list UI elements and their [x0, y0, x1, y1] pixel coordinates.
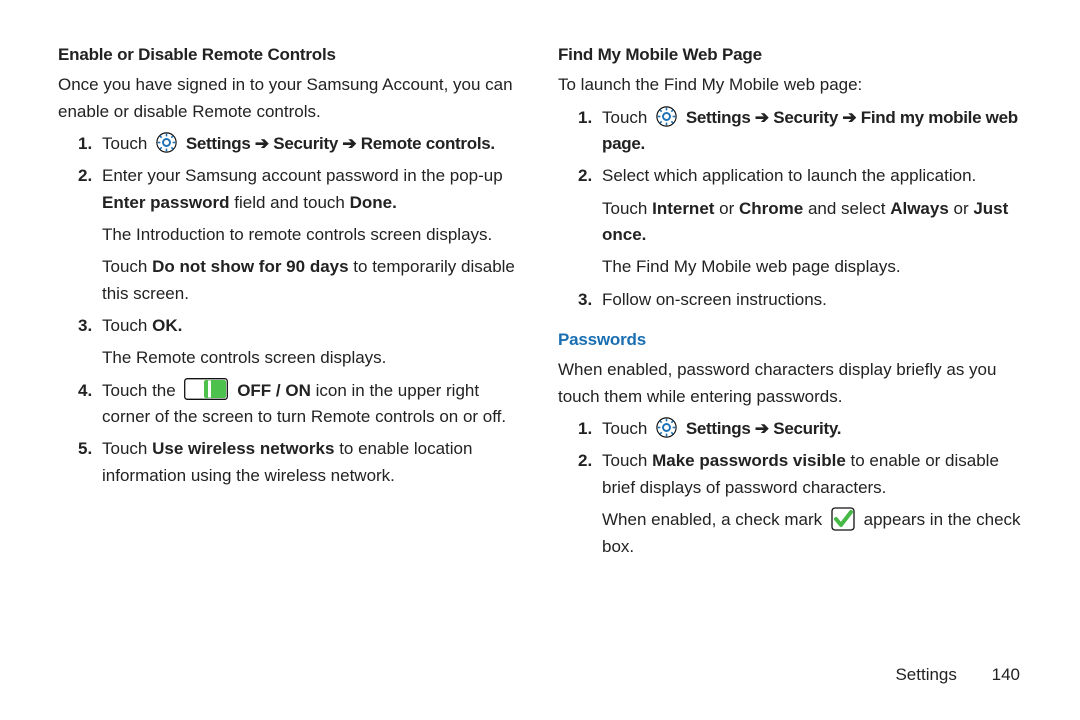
step3-b: OK.: [152, 316, 182, 335]
right-column: Find My Mobile Web Page To launch the Fi…: [558, 42, 1026, 680]
pw2-a: Touch: [602, 451, 652, 470]
step4-b: OFF / ON: [237, 381, 311, 400]
fmm-step2: Select which application to launch the a…: [578, 163, 1026, 280]
fmm2-sb: Internet: [652, 199, 714, 218]
fmm2-sub2: The Find My Mobile web page displays.: [602, 254, 1026, 280]
pw2-sa: When enabled, a check mark: [602, 510, 827, 529]
heading-passwords: Passwords: [558, 327, 1026, 353]
fmm1-a: Touch: [602, 108, 652, 127]
fmm2-a: Select which application to launch the a…: [602, 166, 976, 185]
step2-sub2-a: Touch: [102, 257, 152, 276]
step3-a: Touch: [102, 316, 152, 335]
pw1-b: Settings ➔ Security.: [686, 419, 841, 438]
settings-gear-icon: [656, 417, 677, 438]
pw1-a: Touch: [602, 419, 652, 438]
fmm-step3: Follow on-screen instructions.: [578, 287, 1026, 313]
step5-b: Use wireless networks: [152, 439, 334, 458]
step3: Touch OK. The Remote controls screen dis…: [78, 313, 526, 372]
off-on-toggle-icon: [184, 378, 228, 400]
heading-find-my-mobile: Find My Mobile Web Page: [558, 42, 1026, 68]
fmm2-sub: Touch Internet or Chrome and select Alwa…: [602, 196, 1026, 249]
left-column: Enable or Disable Remote Controls Once y…: [58, 42, 526, 680]
fmm2-sa: Touch: [602, 199, 652, 218]
pw-step1: Touch Settings ➔ Security.: [578, 416, 1026, 442]
footer-page-number: 140: [992, 665, 1020, 684]
step4: Touch the OFF / ON icon in the upper rig…: [78, 378, 526, 431]
heading-remote-controls: Enable or Disable Remote Controls: [58, 42, 526, 68]
page-footer: Settings 140: [895, 662, 1020, 688]
intro-find-my-mobile: To launch the Find My Mobile web page:: [558, 72, 1026, 98]
settings-gear-icon: [156, 132, 177, 153]
fmm2-sg: or: [949, 199, 974, 218]
fmm2-sc: or: [714, 199, 739, 218]
footer-section: Settings: [895, 665, 956, 684]
step2-d: Done.: [350, 193, 397, 212]
intro-remote-controls: Once you have signed in to your Samsung …: [58, 72, 526, 125]
steps-findmymobile: Touch Settings ➔ Security ➔ Find my mo: [558, 105, 1026, 313]
step2-c: field and touch: [230, 193, 350, 212]
fmm2-sd: Chrome: [739, 199, 803, 218]
steps-passwords: Touch Settings ➔ Security.: [558, 416, 1026, 560]
fmm-step1: Touch Settings ➔ Security ➔ Find my mo: [578, 105, 1026, 158]
step5: Touch Use wireless networks to enable lo…: [78, 436, 526, 489]
fmm2-sf: Always: [890, 199, 949, 218]
steps-remote: Touch Settings ➔ Security ➔ Remote con: [58, 131, 526, 489]
pw-step2: Touch Make passwords visible to enable o…: [578, 448, 1026, 559]
step1-text-b: Settings ➔ Security ➔ Remote controls.: [186, 134, 495, 153]
step4-a: Touch the: [102, 381, 180, 400]
pw2-sub: When enabled, a check mark appears in th…: [602, 507, 1026, 560]
intro-passwords: When enabled, password characters displa…: [558, 357, 1026, 410]
step2-b: Enter password: [102, 193, 230, 212]
manual-page: Enable or Disable Remote Controls Once y…: [0, 0, 1080, 720]
settings-gear-icon: [656, 106, 677, 127]
step2-sub1: The Introduction to remote controls scre…: [102, 222, 526, 248]
step2-sub2-b: Do not show for 90 days: [152, 257, 348, 276]
step2-sub2: Touch Do not show for 90 days to tempora…: [102, 254, 526, 307]
step1: Touch Settings ➔ Security ➔ Remote con: [78, 131, 526, 157]
step5-a: Touch: [102, 439, 152, 458]
step3-sub: The Remote controls screen displays.: [102, 345, 526, 371]
step2: Enter your Samsung account password in t…: [78, 163, 526, 307]
step2-a: Enter your Samsung account password in t…: [102, 166, 503, 185]
checkbox-checked-icon: [831, 507, 855, 531]
step1-text-a: Touch: [102, 134, 152, 153]
pw2-b: Make passwords visible: [652, 451, 846, 470]
fmm2-se: and select: [803, 199, 890, 218]
